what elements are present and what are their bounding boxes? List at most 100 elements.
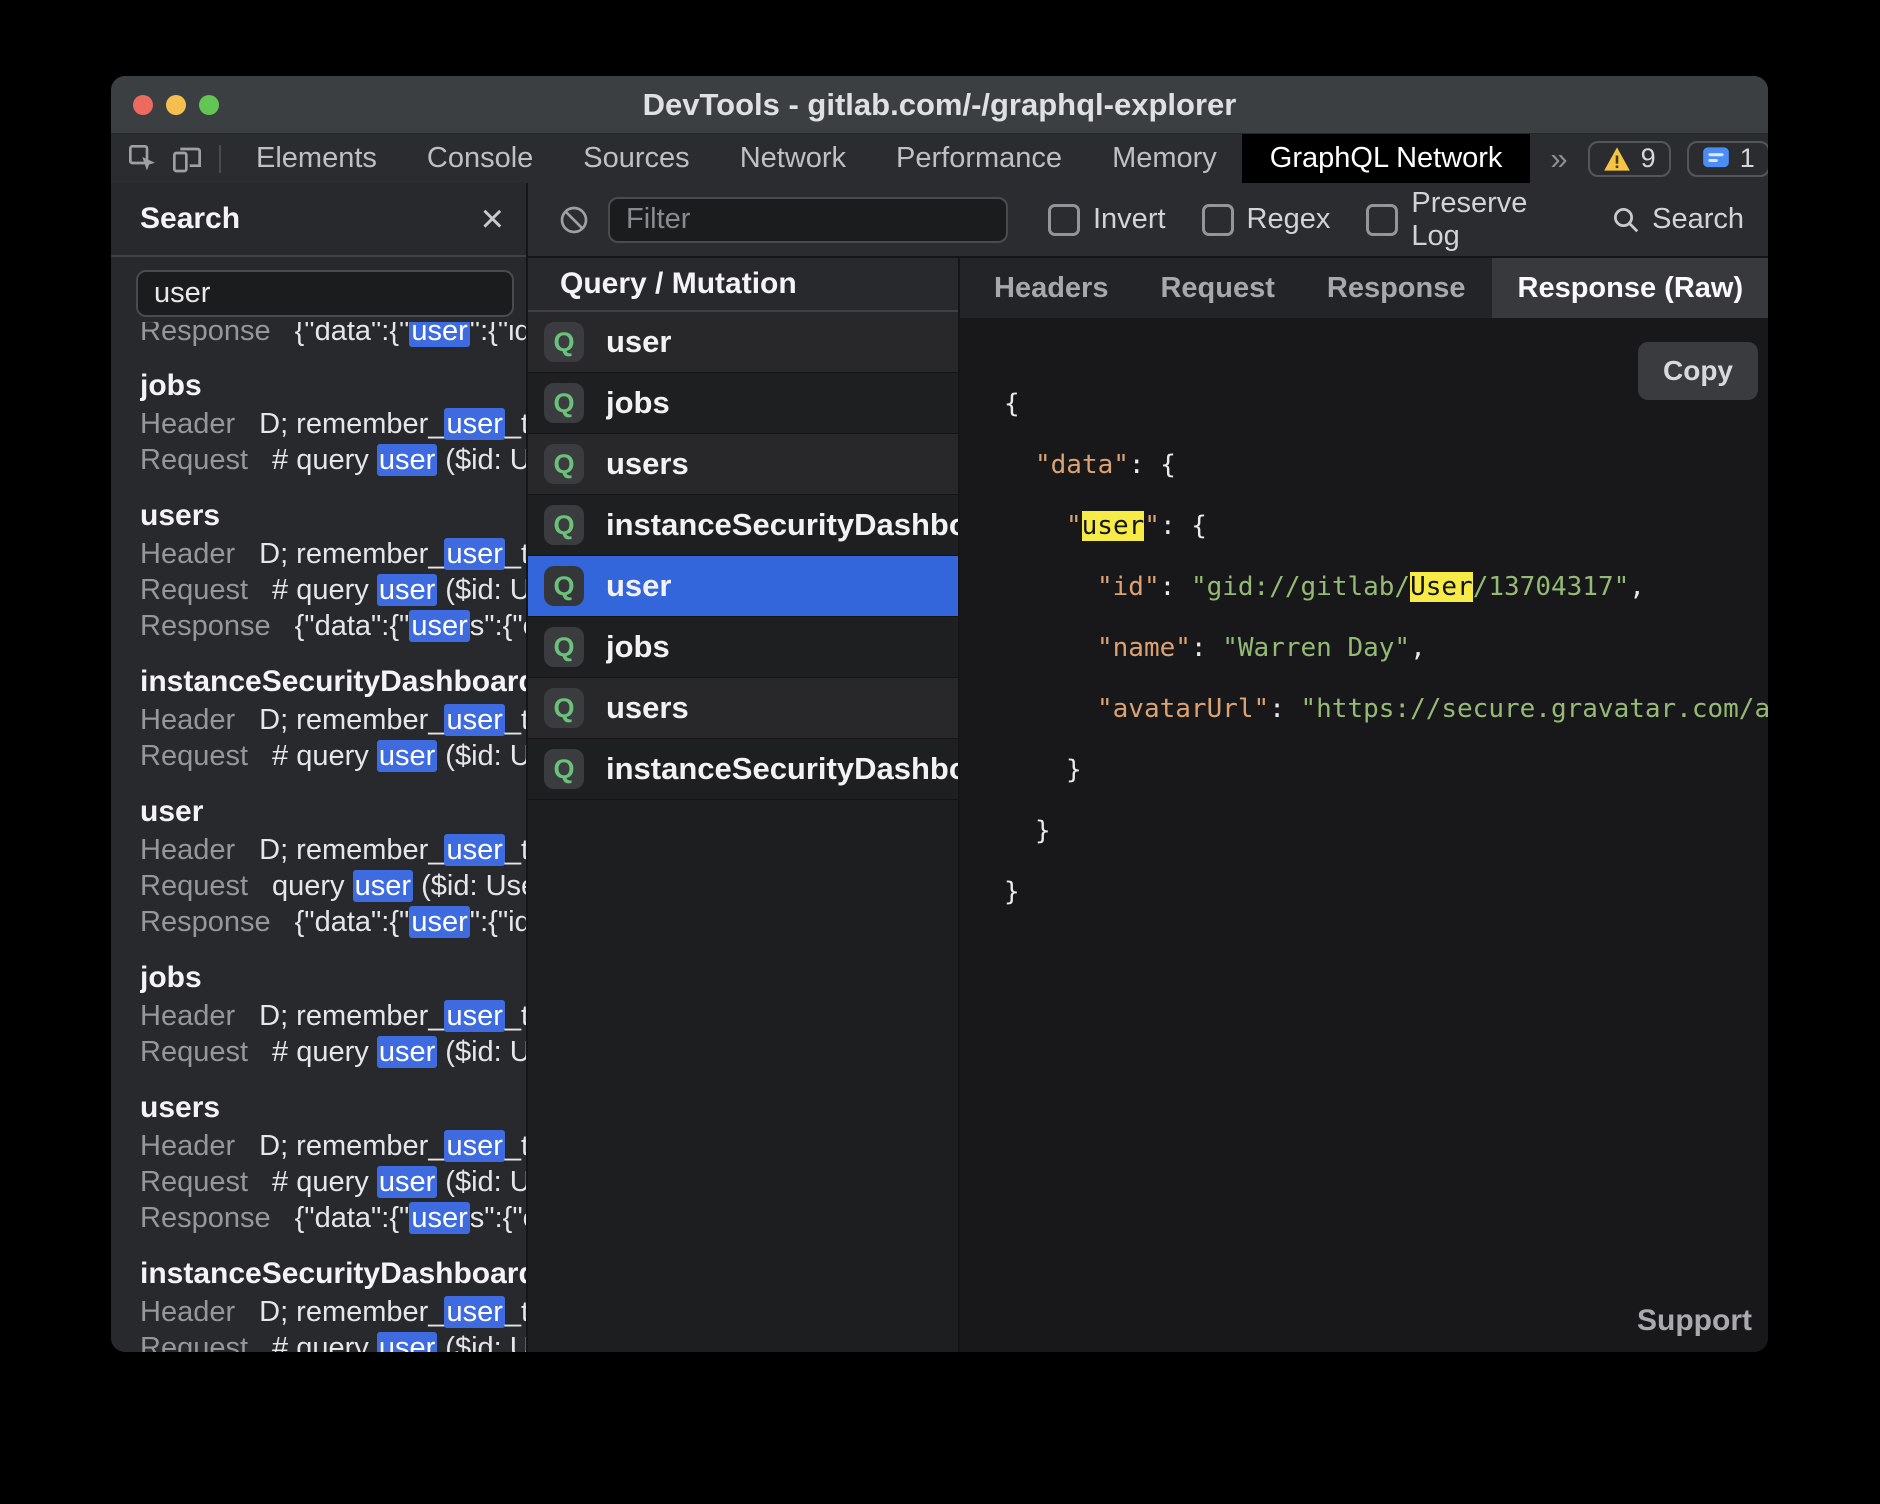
result-row-value: query user ($id: UserI: [272, 870, 526, 902]
search-result-row[interactable]: HeaderD; remember_user_token=e: [140, 1294, 526, 1330]
query-type-icon: Q: [544, 383, 584, 423]
filter-input[interactable]: [608, 197, 1008, 243]
response-panel: HeadersRequestResponseResponse (Raw)× Co…: [960, 258, 1768, 1352]
result-row-label: Header: [140, 1000, 235, 1032]
checkbox-box[interactable]: [1048, 204, 1080, 236]
more-tabs-icon[interactable]: »: [1530, 134, 1587, 183]
query-type-icon: Q: [544, 749, 584, 789]
copy-button[interactable]: Copy: [1638, 342, 1758, 400]
support-link[interactable]: Support: [1637, 1304, 1752, 1338]
search-result-row[interactable]: Request# query user ($id: UserI: [140, 572, 526, 608]
result-row-value: D; remember_user_token=e: [259, 1000, 526, 1032]
close-search-icon[interactable]: ×: [481, 199, 504, 239]
tab-performance[interactable]: Performance: [871, 134, 1087, 183]
result-row-value: D; remember_user_token=e: [259, 834, 526, 866]
result-row-label: Header: [140, 704, 235, 736]
search-result-row[interactable]: Response{"data":{"users":{"edges: [140, 1200, 526, 1236]
query-item-users[interactable]: Qusers: [528, 678, 958, 739]
minimize-window-button[interactable]: [166, 95, 186, 115]
query-type-icon: Q: [544, 322, 584, 362]
tab-memory[interactable]: Memory: [1087, 134, 1242, 183]
search-result-group-title: user: [140, 792, 526, 832]
filter-search-button[interactable]: Search: [1611, 203, 1744, 236]
query-item-jobs[interactable]: Qjobs: [528, 617, 958, 678]
checkbox-box[interactable]: [1202, 204, 1234, 236]
close-window-button[interactable]: [133, 95, 153, 115]
result-row-value: {"data":{"user":{"id":"gid: [295, 906, 526, 938]
query-mutation-header: Query / Mutation: [528, 258, 958, 312]
titlebar: DevTools - gitlab.com/-/graphql-explorer: [111, 76, 1768, 133]
result-row-value: # query user ($id: UserI: [272, 1036, 526, 1068]
tab-graphql-network[interactable]: GraphQL Network: [1242, 134, 1531, 183]
result-row-label: Header: [140, 1296, 235, 1328]
search-result-row[interactable]: Request # query user ($id: UserI: [140, 1034, 526, 1070]
query-item-jobs[interactable]: Qjobs: [528, 373, 958, 434]
query-type-icon: Q: [544, 505, 584, 545]
search-result-row[interactable]: Requestquery user ($id: UserI: [140, 868, 526, 904]
result-row-value: {"data":{"user":{"id":"gi: [295, 322, 526, 347]
search-result-group-title: users: [140, 1088, 526, 1128]
result-row-label: Request: [140, 1036, 248, 1068]
result-row-label: Header: [140, 1130, 235, 1162]
response-tabs: HeadersRequestResponseResponse (Raw)×: [960, 258, 1768, 318]
tab-request[interactable]: Request: [1134, 258, 1300, 318]
search-result-row[interactable]: Response{"data":{"users":{"edges: [140, 608, 526, 644]
tab-response[interactable]: Response: [1301, 258, 1492, 318]
clear-icon[interactable]: [552, 204, 596, 236]
messages-badge[interactable]: 1: [1687, 141, 1768, 177]
checkbox-preserve-log[interactable]: Preserve Log: [1366, 187, 1575, 253]
checkbox-box[interactable]: [1366, 204, 1398, 236]
query-item-instancesecuritydashboard[interactable]: QinstanceSecurityDashboard: [528, 495, 958, 556]
traffic-lights: [133, 76, 219, 133]
devtools-window: DevTools - gitlab.com/-/graphql-explorer…: [111, 76, 1768, 1352]
result-row-label: Request: [140, 740, 248, 772]
filter-search-label: Search: [1652, 203, 1744, 236]
query-mutation-panel: Query / Mutation QuserQjobsQusersQinstan…: [528, 258, 960, 1352]
search-result-row[interactable]: Request# query user ($id: UserI: [140, 1164, 526, 1200]
query-item-user[interactable]: Quser: [528, 556, 958, 617]
search-result-row[interactable]: HeaderD; remember_user_token=e: [140, 406, 526, 442]
device-toolbar-icon[interactable]: [165, 134, 209, 183]
result-row-label: Header: [140, 538, 235, 570]
result-row-label: Header: [140, 834, 235, 866]
query-item-user[interactable]: Quser: [528, 312, 958, 373]
checkbox-regex[interactable]: Regex: [1202, 203, 1331, 236]
tab-network[interactable]: Network: [715, 134, 871, 183]
query-item-label: instanceSecurityDashboard: [606, 751, 958, 787]
search-result-row[interactable]: Request# query user ($id: UserI: [140, 738, 526, 774]
search-result-row[interactable]: Header D; remember_user_token=e: [140, 702, 526, 738]
message-icon: [1702, 146, 1730, 172]
search-result-row[interactable]: Response{"data":{"user":{"id":"gid: [140, 904, 526, 940]
search-result-row[interactable]: Header D; remember_user_token=e: [140, 832, 526, 868]
filter-bar: Invert Regex Preserve Log Search: [528, 183, 1768, 258]
result-row-value: # query user ($id: UserI: [272, 444, 526, 476]
tab-response-raw[interactable]: Response (Raw): [1492, 258, 1769, 318]
search-result-row[interactable]: Response{"data":{"user":{"id":"gi: [140, 322, 526, 348]
search-input[interactable]: [136, 270, 514, 317]
warnings-badge[interactable]: 9: [1588, 141, 1671, 177]
query-item-users[interactable]: Qusers: [528, 434, 958, 495]
window-title: DevTools - gitlab.com/-/graphql-explorer: [643, 87, 1237, 123]
tab-sources[interactable]: Sources: [558, 134, 714, 183]
response-json: {"data": {"user": {"id": "gid://gitlab/U…: [960, 318, 1768, 923]
inspect-element-icon[interactable]: [121, 134, 165, 183]
result-row-value: # query user ($id: UserI: [272, 574, 526, 606]
tab-headers[interactable]: Headers: [968, 258, 1134, 318]
result-row-label: Request: [140, 444, 248, 476]
search-result-row[interactable]: Request# query user ($id: UserI: [140, 1330, 526, 1352]
devtools-body: Search × Response{"data":{"user":{"id":"…: [111, 183, 1768, 1352]
tab-console[interactable]: Console: [402, 134, 558, 183]
query-item-instancesecuritydashboard[interactable]: QinstanceSecurityDashboard: [528, 739, 958, 800]
tab-elements[interactable]: Elements: [231, 134, 402, 183]
search-result-row[interactable]: HeaderD; remember_user_token=e: [140, 536, 526, 572]
filter-checkboxes: Invert Regex Preserve Log: [1048, 187, 1575, 253]
result-row-label: Request: [140, 1166, 248, 1198]
fullscreen-window-button[interactable]: [199, 95, 219, 115]
search-result-row[interactable]: Request # query user ($id: UserI: [140, 442, 526, 478]
query-item-label: user: [606, 324, 671, 360]
result-row-value: D; remember_user_token=e: [259, 704, 526, 736]
search-result-row[interactable]: HeaderD; remember_user_token=e: [140, 1128, 526, 1164]
search-result-row[interactable]: Header D; remember_user_token=e: [140, 998, 526, 1034]
checkbox-invert[interactable]: Invert: [1048, 203, 1166, 236]
search-box: [111, 257, 526, 317]
